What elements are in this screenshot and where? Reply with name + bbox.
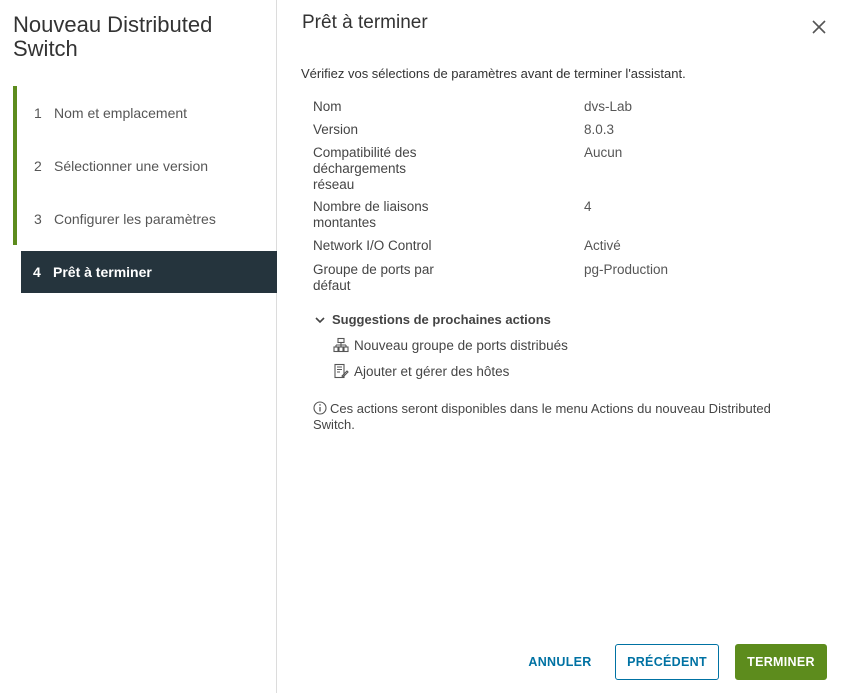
param-key: Nom: [313, 99, 342, 114]
step-number: 4: [33, 264, 41, 280]
next-actions-toggle[interactable]: Suggestions de prochaines actions: [314, 312, 551, 327]
param-value: Aucun: [584, 145, 623, 160]
wizard-steps: 1 Nom et emplacement 2 Sélectionner une …: [13, 86, 277, 293]
step-number: 1: [34, 104, 42, 121]
param-value: 8.0.3: [584, 122, 615, 137]
param-row-name: Nom dvs-Lab: [313, 99, 833, 122]
step-number: 2: [34, 157, 42, 174]
info-text: Ces actions seront disponibles dans le m…: [313, 401, 771, 432]
intro-text: Vérifiez vos sélections de paramètres av…: [301, 66, 686, 81]
param-key: Groupe de ports par défaut: [313, 262, 434, 293]
param-key: Version: [313, 122, 359, 137]
step-name-location[interactable]: 1 Nom et emplacement: [13, 86, 277, 139]
step-label: Prêt à terminer: [53, 264, 152, 280]
param-value: Activé: [584, 238, 621, 253]
param-row-uplinks: Nombre de liaisons montantes 4: [313, 199, 833, 238]
param-row-nioc: Network I/O Control Activé: [313, 238, 833, 262]
previous-button[interactable]: PRÉCÉDENT: [615, 644, 719, 680]
wizard-title: Nouveau Distributed Switch: [13, 12, 213, 61]
param-value: 4: [584, 199, 592, 214]
page-title: Prêt à terminer: [302, 12, 428, 33]
step-number: 3: [34, 210, 42, 227]
next-actions-info: Ces actions seront disponibles dans le m…: [313, 401, 813, 433]
param-value: dvs-Lab: [584, 99, 633, 114]
wizard-sidebar: Nouveau Distributed Switch 1 Nom et empl…: [0, 0, 277, 693]
next-action-new-port-group: Nouveau groupe de ports distribués: [333, 337, 568, 353]
next-action-add-hosts: Ajouter et gérer des hôtes: [333, 363, 509, 379]
finish-button[interactable]: TERMINER: [735, 644, 827, 680]
step-label: Sélectionner une version: [54, 157, 209, 174]
step-label: Configurer les paramètres: [54, 210, 216, 227]
step-configure-settings[interactable]: 3 Configurer les paramètres: [13, 192, 277, 245]
info-icon: [313, 401, 327, 415]
parameters-summary: Nom dvs-Lab Version 8.0.3 Compatibilité …: [313, 99, 833, 294]
cancel-button[interactable]: ANNULER: [523, 644, 597, 680]
param-key: Compatibilité des déchargements réseau: [313, 145, 417, 192]
param-value: pg-Production: [584, 262, 669, 277]
param-key: Network I/O Control: [313, 238, 432, 253]
close-button[interactable]: [809, 17, 829, 37]
hosts-icon: [334, 363, 349, 379]
next-action-label: Ajouter et gérer des hôtes: [354, 363, 510, 379]
step-label: Nom et emplacement: [54, 104, 188, 121]
wizard-content: Prêt à terminer Vérifiez vos sélections …: [278, 0, 846, 693]
next-action-label: Nouveau groupe de ports distribués: [354, 337, 568, 353]
step-select-version[interactable]: 2 Sélectionner une version: [13, 139, 277, 192]
close-icon: [812, 20, 826, 34]
param-row-version: Version 8.0.3: [313, 122, 833, 145]
step-ready-to-complete[interactable]: 4 Prêt à terminer: [21, 251, 277, 293]
param-key: Nombre de liaisons montantes: [313, 199, 429, 230]
next-actions-header: Suggestions de prochaines actions: [332, 312, 551, 327]
port-group-icon: [333, 337, 349, 353]
param-row-offload-compat: Compatibilité des déchargements réseau A…: [313, 145, 833, 199]
chevron-down-icon: [315, 316, 325, 323]
param-row-default-portgroup: Groupe de ports par défaut pg-Production: [313, 262, 833, 294]
